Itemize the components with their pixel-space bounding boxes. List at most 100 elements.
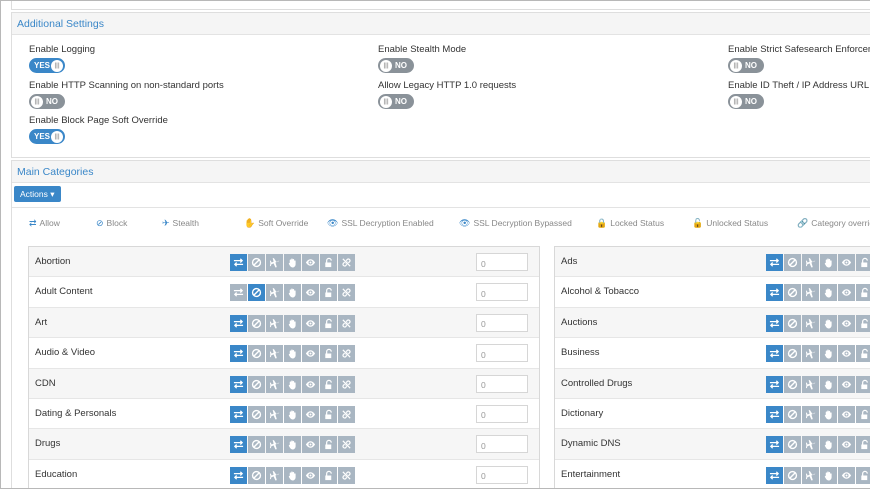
lock-icon[interactable] [320, 436, 337, 454]
stealth-icon[interactable] [266, 436, 283, 454]
block-icon[interactable] [248, 436, 265, 454]
block-icon[interactable] [248, 254, 265, 271]
allow-icon[interactable] [230, 436, 247, 454]
category-override-icon[interactable] [338, 405, 355, 423]
allow-icon[interactable] [766, 405, 783, 423]
block-icon[interactable] [784, 436, 801, 454]
soft-override-icon[interactable] [820, 345, 837, 363]
ssl-enabled-icon[interactable] [838, 405, 855, 423]
allow-icon[interactable] [230, 284, 247, 302]
stealth-icon[interactable] [802, 375, 819, 393]
stealth-icon[interactable] [266, 405, 283, 423]
allow-icon[interactable] [230, 254, 247, 271]
block-icon[interactable] [784, 466, 801, 484]
soft-override-icon[interactable] [284, 345, 301, 363]
setting-toggle[interactable]: NO ||| [378, 94, 414, 109]
ssl-enabled-icon[interactable] [838, 345, 855, 363]
category-override-icon[interactable] [338, 436, 355, 454]
stealth-icon[interactable] [802, 405, 819, 423]
ssl-enabled-icon[interactable] [838, 466, 855, 484]
lock-icon[interactable] [856, 405, 870, 423]
lock-icon[interactable] [320, 405, 337, 423]
category-count-input[interactable] [476, 313, 528, 332]
actions-button[interactable]: Actions ▾ [14, 186, 61, 202]
soft-override-icon[interactable] [284, 405, 301, 423]
block-icon[interactable] [784, 314, 801, 332]
stealth-icon[interactable] [266, 345, 283, 363]
soft-override-icon[interactable] [284, 466, 301, 484]
lock-icon[interactable] [320, 375, 337, 393]
stealth-icon[interactable] [266, 284, 283, 302]
category-count-input[interactable] [476, 374, 528, 393]
stealth-icon[interactable] [802, 254, 819, 271]
soft-override-icon[interactable] [820, 375, 837, 393]
soft-override-icon[interactable] [820, 314, 837, 332]
category-count-input[interactable] [476, 435, 528, 454]
block-icon[interactable] [248, 405, 265, 423]
lock-icon[interactable] [320, 466, 337, 484]
ssl-enabled-icon[interactable] [838, 436, 855, 454]
lock-icon[interactable] [320, 284, 337, 302]
soft-override-icon[interactable] [820, 436, 837, 454]
allow-icon[interactable] [766, 375, 783, 393]
block-icon[interactable] [248, 345, 265, 363]
ssl-enabled-icon[interactable] [302, 436, 319, 454]
setting-toggle[interactable]: NO ||| [728, 58, 764, 73]
category-override-icon[interactable] [338, 284, 355, 302]
ssl-enabled-icon[interactable] [302, 284, 319, 302]
stealth-icon[interactable] [802, 314, 819, 332]
lock-icon[interactable] [856, 284, 870, 302]
block-icon[interactable] [784, 345, 801, 363]
block-icon[interactable] [248, 314, 265, 332]
category-count-input[interactable] [476, 283, 528, 302]
stealth-icon[interactable] [802, 345, 819, 363]
lock-icon[interactable] [856, 345, 870, 363]
allow-icon[interactable] [766, 254, 783, 271]
ssl-enabled-icon[interactable] [838, 254, 855, 271]
ssl-enabled-icon[interactable] [302, 314, 319, 332]
allow-icon[interactable] [230, 314, 247, 332]
ssl-enabled-icon[interactable] [302, 345, 319, 363]
soft-override-icon[interactable] [820, 254, 837, 271]
stealth-icon[interactable] [266, 314, 283, 332]
stealth-icon[interactable] [266, 375, 283, 393]
allow-icon[interactable] [230, 466, 247, 484]
stealth-icon[interactable] [802, 466, 819, 484]
category-override-icon[interactable] [338, 466, 355, 484]
category-override-icon[interactable] [338, 345, 355, 363]
block-icon[interactable] [248, 375, 265, 393]
stealth-icon[interactable] [266, 466, 283, 484]
block-icon[interactable] [784, 284, 801, 302]
soft-override-icon[interactable] [284, 254, 301, 271]
category-override-icon[interactable] [338, 254, 355, 271]
stealth-icon[interactable] [802, 436, 819, 454]
setting-toggle[interactable]: YES ||| [29, 58, 65, 73]
category-override-icon[interactable] [338, 375, 355, 393]
soft-override-icon[interactable] [820, 405, 837, 423]
soft-override-icon[interactable] [284, 375, 301, 393]
stealth-icon[interactable] [266, 254, 283, 271]
ssl-enabled-icon[interactable] [302, 466, 319, 484]
block-icon[interactable] [784, 254, 801, 271]
allow-icon[interactable] [766, 345, 783, 363]
ssl-enabled-icon[interactable] [838, 375, 855, 393]
ssl-enabled-icon[interactable] [302, 254, 319, 271]
lock-icon[interactable] [856, 466, 870, 484]
block-icon[interactable] [784, 375, 801, 393]
soft-override-icon[interactable] [820, 284, 837, 302]
allow-icon[interactable] [766, 284, 783, 302]
lock-icon[interactable] [856, 314, 870, 332]
soft-override-icon[interactable] [284, 314, 301, 332]
lock-icon[interactable] [856, 436, 870, 454]
block-icon[interactable] [248, 284, 265, 302]
setting-toggle[interactable]: NO ||| [29, 94, 65, 109]
lock-icon[interactable] [856, 375, 870, 393]
category-count-input[interactable] [476, 344, 528, 363]
setting-toggle[interactable]: NO ||| [378, 58, 414, 73]
block-icon[interactable] [248, 466, 265, 484]
block-icon[interactable] [784, 405, 801, 423]
allow-icon[interactable] [766, 314, 783, 332]
lock-icon[interactable] [320, 314, 337, 332]
soft-override-icon[interactable] [284, 436, 301, 454]
lock-icon[interactable] [320, 254, 337, 271]
